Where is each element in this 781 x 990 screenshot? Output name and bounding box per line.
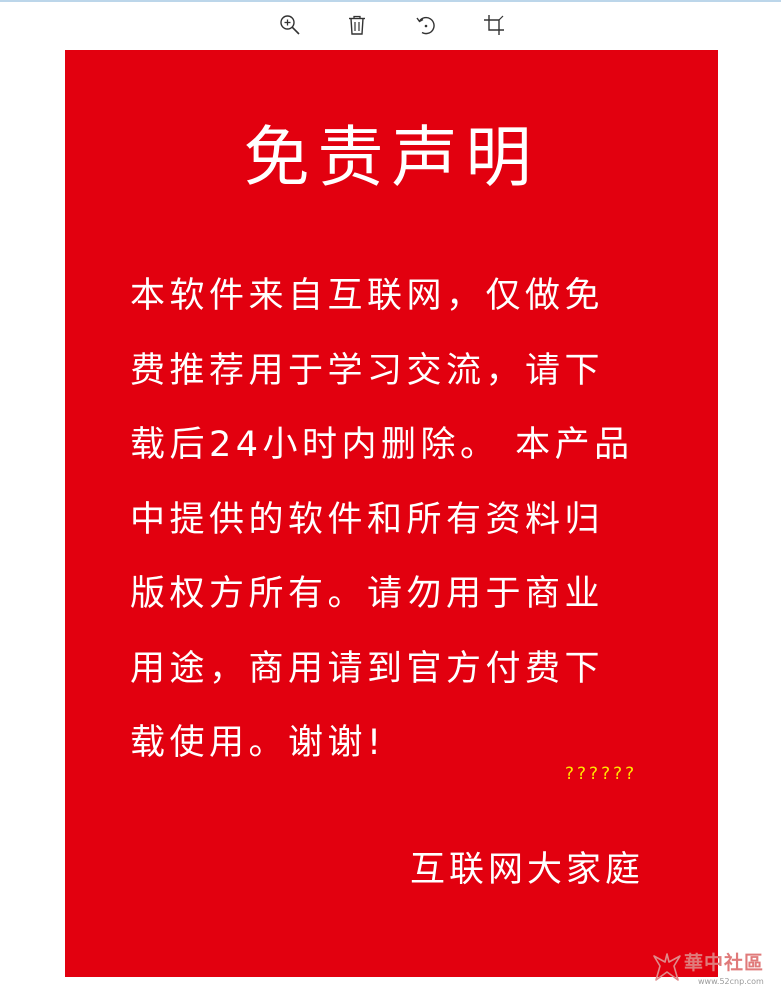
zoom-in-icon	[280, 15, 300, 35]
delete-button[interactable]	[344, 12, 370, 38]
image-toolbar	[0, 2, 781, 48]
watermark-site-name: 華中社區	[684, 952, 765, 974]
watermark-logo-icon	[653, 953, 681, 981]
site-watermark: 華中社區 www.52cnp.com	[650, 950, 781, 990]
poster-body-line: 载后24小时内删除。 本产品	[130, 425, 634, 465]
poster-body-line: 用途，商用请到官方付费下	[130, 649, 605, 689]
poster-body-line: 中提供的软件和所有资料归	[130, 500, 605, 540]
zoom-in-button[interactable]	[277, 12, 303, 38]
delete-icon	[349, 15, 365, 35]
poster-body-line: 载使用。谢谢!	[130, 723, 386, 763]
crop-button[interactable]	[481, 12, 507, 38]
crop-icon	[484, 15, 504, 35]
watermark-url: www.52cnp.com	[698, 977, 764, 986]
poster-body-line: 费推荐用于学习交流，请下	[130, 351, 605, 391]
disclaimer-poster-image: 免责声明 本软件来自互联网，仅做免 费推荐用于学习交流，请下 载后24小时内删除…	[65, 50, 718, 977]
poster-body-line: 本软件来自互联网，仅做免	[130, 276, 605, 316]
poster-body-line: 版权方所有。请勿用于商业	[130, 574, 605, 614]
poster-title: 免责声明	[243, 119, 540, 196]
poster-signature: 互联网大家庭	[410, 850, 645, 890]
rotate-button[interactable]	[413, 12, 439, 38]
garbled-text: ??????	[565, 764, 638, 784]
rotate-icon	[416, 16, 435, 35]
